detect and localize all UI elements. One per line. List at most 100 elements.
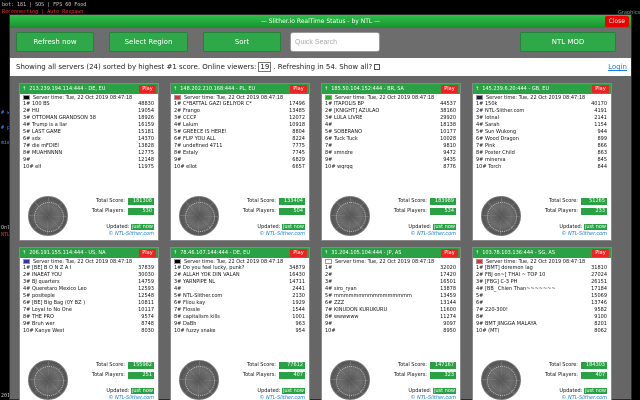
login-link[interactable]: Login	[608, 63, 627, 71]
player-name: 4#	[325, 122, 333, 128]
player-score: 17496	[289, 101, 305, 107]
leaderboard-row: 3# lotnal 2141	[476, 115, 607, 122]
total-score-label: Total Score:	[549, 198, 578, 204]
refresh-countdown-text: . Refreshing in 54. Show all?	[273, 63, 373, 71]
player-name: 1# C*BATTAL GAZI GELIYOR C*	[174, 101, 252, 107]
updated-status: Updated: just now	[257, 388, 305, 394]
play-button[interactable]: Play	[592, 85, 609, 93]
play-button[interactable]: Play	[592, 249, 609, 257]
play-button[interactable]: Play	[290, 249, 307, 257]
leaderboard-row: 7# Loyal to No One 10117	[23, 307, 154, 314]
updated-now-badge: just now	[130, 224, 154, 230]
play-button[interactable]: Play	[290, 85, 307, 93]
leaderboard-row: 6# FLIP YOU ALL 8224	[174, 136, 305, 143]
ntl-credit[interactable]: © NTL-Slither.com	[259, 231, 305, 237]
quick-search-input[interactable]	[290, 32, 380, 52]
ntl-credit[interactable]: © NTL-Slither.com	[561, 395, 607, 400]
leaderboard: 1# [BE] B O N Z A I 37839 2# INAEAT YOU …	[20, 265, 158, 335]
ntl-credit[interactable]: © NTL-Slither.com	[108, 395, 154, 400]
leaderboard-row: 9# 9097	[325, 321, 456, 328]
player-score: 845	[597, 157, 607, 163]
server-header: ↑ 103.78.103.136:444 - SG, AS Play	[473, 248, 611, 258]
leaderboard-row: 10# (MT) 8062	[476, 328, 607, 335]
server-time: Server time: Tue, 22 Oct 2019 08:47:18	[171, 94, 309, 101]
minimap-icon	[330, 360, 370, 400]
player-score: 9810	[443, 143, 456, 149]
sort-button[interactable]: Sort	[203, 32, 281, 52]
ntl-credit[interactable]: © NTL-Slither.com	[561, 231, 607, 237]
ntl-mod-button[interactable]: NTL MOD	[520, 32, 616, 52]
player-score: 963	[295, 321, 305, 327]
leaderboard-row: 2# Frango 13485	[174, 108, 305, 115]
play-button[interactable]: Play	[441, 249, 458, 257]
total-score-value: 133404	[279, 197, 305, 205]
leaderboard-row: 6# Tuck Tuck 10028	[325, 136, 456, 143]
player-score: 9100	[594, 314, 607, 320]
leaderboard-row: 8# Estaly 7745	[174, 150, 305, 157]
leaderboard: 1# 32020 2# 17420 3# 16501 4# siro_ryan …	[322, 265, 460, 335]
leaderboard-row: 8# wwwwww 11274	[325, 314, 456, 321]
player-name: 3# OTTOMAN GRANDSON 38	[23, 115, 96, 121]
ntl-credit[interactable]: © NTL-Slither.com	[108, 231, 154, 237]
leaderboard-row: 9# 6829	[174, 157, 305, 164]
player-name: 3#	[325, 279, 333, 285]
leaderboard-row: 8# Poster Child 863	[476, 150, 607, 157]
player-score: 954	[295, 328, 305, 334]
country-flag-icon	[476, 259, 483, 264]
player-score: 1544	[292, 307, 305, 313]
updated-now-badge: just now	[432, 388, 456, 394]
player-name: 1# Do you feel lucky, punk?	[174, 265, 245, 271]
close-button[interactable]: Close	[604, 16, 629, 27]
ntl-credit[interactable]: © NTL-Slither.com	[259, 395, 305, 400]
total-score-value: 77612	[279, 361, 305, 369]
ntl-credit[interactable]: © NTL-Slither.com	[410, 395, 456, 400]
updated-now-badge: just now	[432, 224, 456, 230]
play-button[interactable]: Play	[139, 85, 156, 93]
player-score: 40170	[591, 101, 607, 107]
player-score: 26151	[591, 279, 607, 285]
total-score-value: 51265	[581, 197, 607, 205]
player-name: 6# FLIP YOU ALL	[174, 136, 216, 142]
server-address: 148.202.210.168:444 - PL, EU	[180, 86, 256, 92]
server-header: ↑ 148.202.210.168:444 - PL, EU Play	[171, 84, 309, 94]
refresh-button[interactable]: Refresh now	[16, 32, 94, 52]
play-button[interactable]: Play	[139, 249, 156, 257]
country-flag-icon	[174, 95, 181, 100]
status-up-icon: ↑	[324, 86, 329, 92]
leaderboard-row: 8# MUAHNNNN 12775	[23, 150, 154, 157]
total-players-value: 251	[128, 371, 154, 379]
player-name: 9# Bruh wer	[23, 321, 55, 327]
player-score: 7745	[292, 150, 305, 156]
player-score: 14711	[289, 279, 305, 285]
server-time: Server time: Tue, 22 Oct 2019 08:47:18	[473, 258, 611, 265]
leaderboard-row: 10# 8950	[325, 328, 456, 335]
player-score: 866	[597, 143, 607, 149]
player-score: 10028	[440, 136, 456, 142]
server-time-label: Server time:	[184, 258, 215, 265]
server-time-label: Server time:	[335, 94, 366, 101]
select-region-button[interactable]: Select Region	[109, 32, 188, 52]
player-name: 5# SOBERANO	[325, 129, 363, 135]
leaderboard-row: 7# Flossie 1544	[174, 307, 305, 314]
leaderboard-row: 6# sdx 14370	[23, 136, 154, 143]
ntl-credit[interactable]: © NTL-Slither.com	[410, 231, 456, 237]
server-time: Server time: Tue, 22 Oct 2019 08:47:18	[322, 94, 460, 101]
updated-status: Updated: just now	[408, 224, 456, 230]
leaderboard-row: 6# [BE] Big Bag (0Y BZ ) 10811	[23, 300, 154, 307]
player-name: 5# GREECE IS HERE!	[174, 129, 227, 135]
player-score: 8062	[594, 328, 607, 334]
leaderboard-row: 8# capitalism kills 1001	[174, 314, 305, 321]
show-all-checkbox[interactable]	[374, 64, 381, 70]
leaderboard-row: 3# OTTOMAN GRANDSON 38 18926	[23, 115, 154, 122]
server-time-value: Tue, 22 Oct 2019 08:47:18	[367, 94, 435, 101]
status-up-icon: ↑	[22, 250, 27, 256]
server-address: 185.50.104.152:444 - BR, SA	[331, 86, 404, 92]
leaderboard-row: 7# 220-300! 9582	[476, 307, 607, 314]
server-time-value: Tue, 22 Oct 2019 08:47:18	[216, 94, 284, 101]
leaderboard-row: 5# Sun Wukong 944	[476, 129, 607, 136]
minimap-icon	[481, 196, 521, 236]
play-button[interactable]: Play	[441, 85, 458, 93]
status-up-icon: ↑	[324, 250, 329, 256]
toolbar: Refresh now Select Region Sort NTL MOD	[10, 28, 631, 58]
server-address: 78.46.107.144:444 - DE, EU	[180, 250, 251, 256]
